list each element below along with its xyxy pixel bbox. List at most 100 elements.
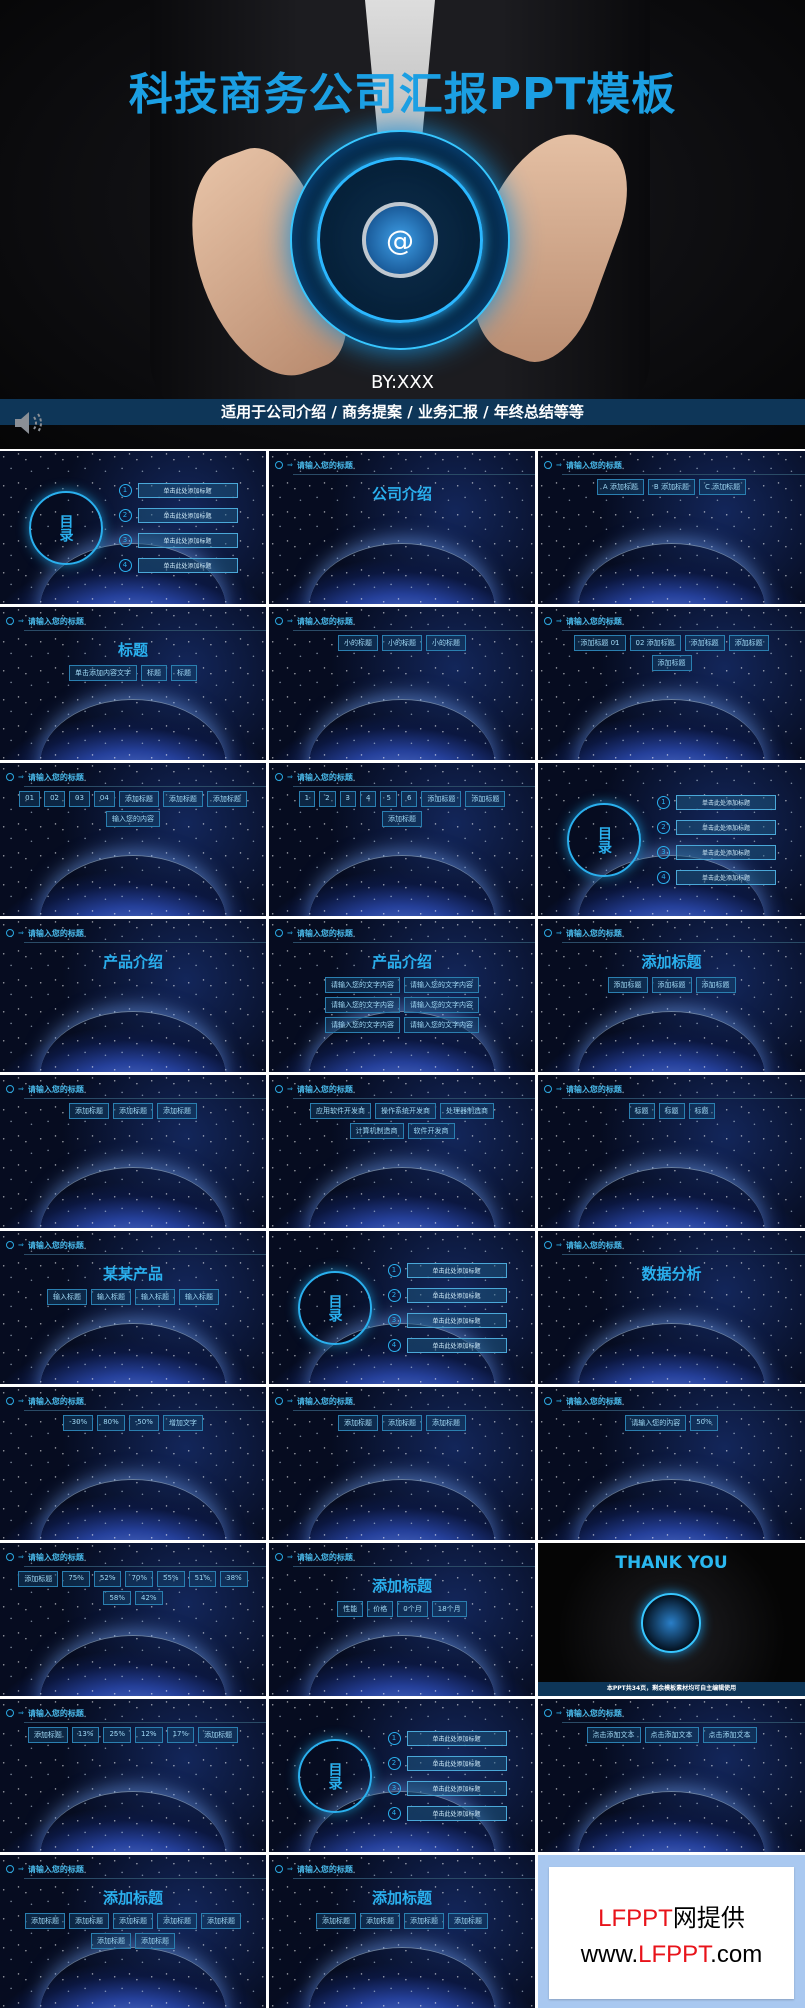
slide-item-label: 添加标题 [465,791,506,807]
slide-item-label: 小的标题 [382,635,422,651]
slide-item-label: 价格 [367,1601,394,1617]
slide-header: ⇒ 请输入您的标题 [6,769,266,785]
arrow-icon: ⇒ [556,929,562,937]
toc-row: 3 单击此处添加标题 [387,1312,507,1328]
slide-thumbnail[interactable]: ⇒ 请输入您的标题 A 添加标题 B 添加标题 C 添加标题 [538,451,805,604]
toc-row: 2 单击此处添加标题 [657,819,776,835]
slide-heading: 添加标题 [641,953,702,971]
slide-title: 请输入您的标题 [565,616,622,626]
ring-icon [544,1085,552,1093]
slide-item-label: B 添加标题 [647,479,695,495]
slide-item-label: 软件开发商 [407,1123,455,1139]
slide-thumbnail[interactable]: ⇒ 请输入您的标题 点击添加文本 点击添加文本 点击添加文本 [538,1699,805,1852]
toc-item-label: 单击此处添加标题 [676,869,776,885]
slide-body: 某某产品 输入标题 输入标题 输入标题 输入标题 [10,1259,256,1374]
slide-thumbnail[interactable]: ⇒ 请输入您的标题 小的标题 小的标题 小的标题 [269,607,535,760]
slide-header: ⇒ 请输入您的标题 [544,1705,805,1721]
arrow-icon: ⇒ [556,617,562,625]
toc-row: 1 单击此处添加标题 [118,482,238,498]
url-suffix: .com [710,1940,763,1968]
slide-item-label: 添加标题 [69,1103,109,1119]
slide-thumbnail[interactable]: ⇒ 请输入您的标题 添加标题 添加标题 添加标题 添加标题 添加标题 添加标题 添加标题 添加标题 [0,1855,266,2008]
slide-thumbnail[interactable]: ⇒ 请输入您的标题 添加标题 性能 价格 0个月 18个月 [269,1543,535,1696]
toc-number: 1 [657,795,670,809]
toc-row: 4 单击此处添加标题 [118,557,238,573]
slide-thumbnail[interactable]: ⇒ 请输入您的标题 某某产品 输入标题 输入标题 输入标题 输入标题 [0,1231,266,1384]
slide-thumbnail[interactable]: ⇒ 请输入您的标题 标题 标题 标题 [538,1075,805,1228]
slide-header: ⇒ 请输入您的标题 [275,925,535,941]
slide-thumbnail[interactable]: 目录 1 单击此处添加标题 2 单击此处添加标题 3 单击此处添加标题 4 单击此处添加标题 [0,451,266,604]
slide-thumbnail[interactable]: 目录 1 单击此处添加标题 2 单击此处添加标题 3 单击此处添加标题 4 单击此处添加标题 [269,1231,535,1384]
slide-thumbnail[interactable]: ⇒ 请输入您的标题 添加标题 13% 25% 12% 17% 添加标题 [0,1699,266,1852]
slide-thumbnail[interactable]: LFPPT网提供 www.LFPPT.com [538,1855,805,2008]
header-divider [562,1254,805,1255]
slide-thumbnail[interactable]: ⇒ 请输入您的标题 添加标题 01 02 添加标题 添加标题 添加标题 添加标题 [538,607,805,760]
slide-thumbnail[interactable]: ⇒ 请输入您的标题 请输入您的内容 50% [538,1387,805,1540]
header-divider [24,1878,266,1879]
slide-title: 请输入您的标题 [565,460,622,470]
slide-item-label: -30% [63,1415,94,1431]
slide-header: ⇒ 请输入您的标题 [275,1861,535,1877]
slide-body: 添加标题 添加标题 添加标题 添加标题 [548,947,795,1062]
slide-thumbnail[interactable]: ⇒ 请输入您的标题数据分析 [538,1231,805,1384]
slide-body: 添加标题 性能 价格 0个月 18个月 [279,1571,525,1686]
slide-title: 请输入您的标题 [296,616,353,626]
slide-thumbnail[interactable]: 目录 1 单击此处添加标题 2 单击此处添加标题 3 单击此处添加标题 4 单击此处添加标题 [269,1699,535,1852]
slide-thumbnail[interactable]: ⇒ 请输入您的标题 产品介绍 请输入您的文字内容 请输入您的文字内容 请输入您的文字内容请… [269,919,535,1072]
toc-item-label: 单击此处添加标题 [137,482,238,498]
slide-thumbnail[interactable]: ⇒ 请输入您的标题 应用软件开发商 操作系统开发商 处理器制造商 计算机制造商 软件开发商 [269,1075,535,1228]
slide-thumbnail-grid: 目录 1 单击此处添加标题 2 单击此处添加标题 3 单击此处添加标题 4 单击此处添加标题 ⇒ 请… [0,451,805,2008]
header-divider [562,1410,805,1411]
slide-thumbnail[interactable]: ⇒ 请输入您的标题 添加标题 添加标题 添加标题 添加标题 添加标题 [269,1855,535,2008]
slide-header: ⇒ 请输入您的标题 [6,1861,266,1877]
slide-thumbnail[interactable]: ⇒ 请输入您的标题 添加标题 添加标题 添加标题 [0,1075,266,1228]
arrow-icon: ⇒ [556,1241,562,1249]
slide-thumbnail[interactable]: ⇒ 请输入您的标题 01 02 03 04 添加标题 添加标题 添加标题 输入您的内容 [0,763,266,916]
arrow-icon: ⇒ [287,617,293,625]
slide-title: 请输入您的标题 [27,1864,84,1874]
slide-heading: 产品介绍 [371,953,432,971]
speaker-icon[interactable] [12,408,48,438]
ring-icon [6,1865,14,1873]
slide-thumbnail[interactable]: ⇒ 请输入您的标题 标题 单击添加内容文字 标题 标题 [0,607,266,760]
slide-title: 请输入您的标题 [296,1864,353,1874]
slide-thumbnail[interactable]: ⇒ 请输入您的标题 1 2 3 4 5 6 添加标题 添加标题 添加标题 [269,763,535,916]
slide-item-label: 单击添加内容文字 [69,665,137,681]
toc-row: 2 单击此处添加标题 [387,1287,507,1303]
slide-thumbnail[interactable]: THANK YOU 本PPT共34页，剩余模板素材均可自主编辑使用 [538,1543,805,1696]
cover-author: BY:XXX [370,372,435,393]
tech-orb-icon: @ [290,130,510,350]
tech-orb-icon [641,1593,701,1653]
slide-item-label: 03 [69,791,90,807]
slide-item-label: 请输入您的文字内容 [325,977,400,993]
slide-thumbnail[interactable]: ⇒ 请输入您的标题 添加标题 75% 52% 70% 55% 51% 38% 58% 42% [0,1543,266,1696]
slide-header: ⇒ 请输入您的标题 [544,613,805,629]
slide-thumbnail[interactable]: ⇒ 请输入您的标题 添加标题 添加标题 添加标题 [269,1387,535,1540]
slide-item-label: 18个月 [431,1601,467,1617]
header-divider [562,630,805,631]
slide-item-label: 请输入您的文字内容 [325,997,400,1013]
slide-item-label: 添加标题 [316,1913,356,1929]
slide-thumbnail[interactable]: ⇒ 请输入您的标题 -30% 80% -50% 增加文字 [0,1387,266,1540]
toc-row: 1 单击此处添加标题 [387,1730,507,1746]
slide-thumbnail[interactable]: ⇒ 请输入您的标题 公司介绍 [269,451,535,604]
slide-item-label: A 添加标题 [596,479,644,495]
toc-number: 3 [118,533,132,547]
slide-item-label: 42% [135,1591,163,1605]
slide-item-label: 12% [135,1727,163,1743]
slide-title: 请输入您的标题 [565,1240,622,1250]
slide-thumbnail[interactable]: ⇒ 请输入您的标题 添加标题 添加标题 添加标题 添加标题 [538,919,805,1072]
lfppt-card: LFPPT网提供 www.LFPPT.com [549,1867,794,1999]
toc-heading: 目录 [297,1738,372,1813]
ring-icon [275,461,283,469]
arrow-icon: ⇒ [18,773,24,781]
slide-item-label: 标题 [171,665,197,681]
slide-thumbnail[interactable]: 目录 1 单击此处添加标题 2 单击此处添加标题 3 单击此处添加标题 4 单击此处添加标题 [538,763,805,916]
slide-heading: 数据分析 [641,1265,702,1283]
ring-icon [6,929,14,937]
slide-item-label: 请输入您的文字内容 [404,997,479,1013]
slide-thumbnail[interactable]: ⇒ 请输入您的标题 产品介绍 [0,919,266,1072]
slide-title: 请输入您的标题 [296,460,353,470]
slide-header: ⇒ 请输入您的标题 [544,1393,805,1409]
cover-title: 科技商务公司汇报PPT模板 [128,69,677,120]
